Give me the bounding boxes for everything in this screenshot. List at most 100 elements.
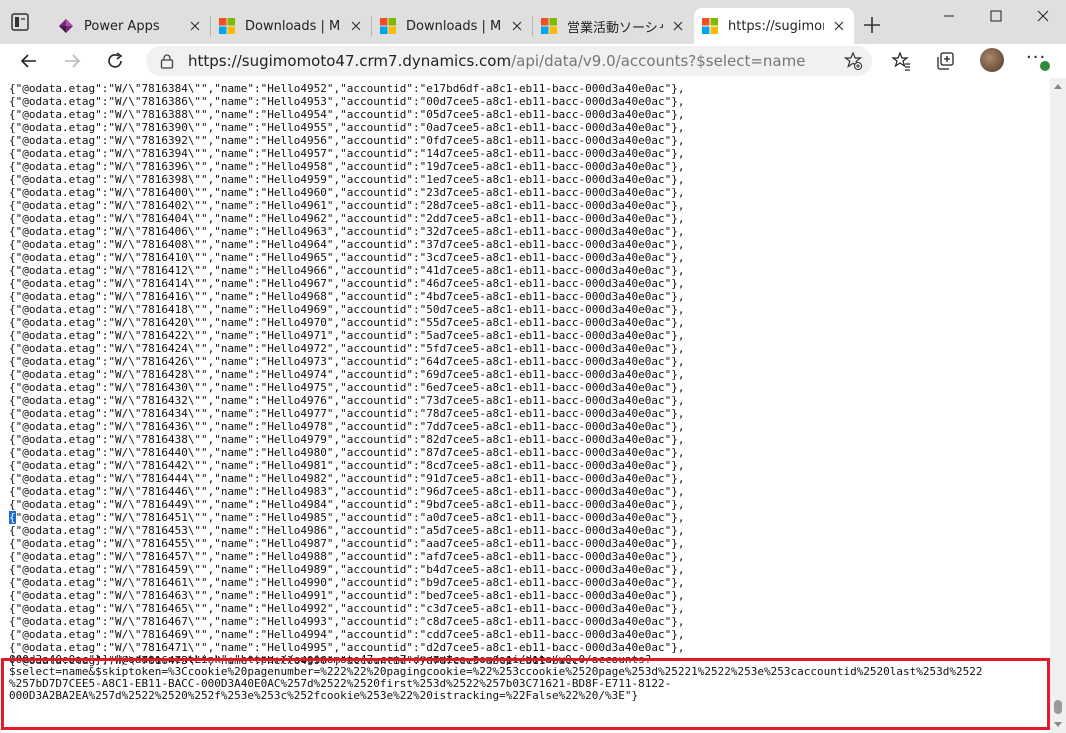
row-open-brace: {: [9, 381, 16, 394]
scroll-up-icon[interactable]: [1054, 84, 1062, 89]
close-icon[interactable]: [832, 19, 846, 33]
row-open-brace: {: [9, 355, 16, 368]
row-text: "@odata.etag":"W/\"7816446\"","name":"He…: [15, 485, 685, 498]
json-row: {"@odata.etag":"W/\"7816400\"","name":"H…: [9, 186, 685, 199]
json-row: {"@odata.etag":"W/\"7816396\"","name":"H…: [9, 160, 685, 173]
microsoft-logo-icon: [541, 18, 557, 34]
tab-downloads-2[interactable]: Downloads | Micro: [372, 8, 532, 44]
collections-icon[interactable]: [934, 50, 956, 72]
row-open-brace: {: [9, 82, 16, 95]
tab-sales-social[interactable]: 営業活動ソーシャル: [533, 8, 693, 44]
row-open-brace: {: [9, 264, 16, 277]
row-text: "@odata.etag":"W/\"7816418\"","name":"He…: [15, 303, 685, 316]
json-row: {"@odata.etag":"W/\"7816442\"","name":"H…: [9, 459, 685, 472]
row-open-brace: {: [9, 485, 16, 498]
json-row: {"@odata.etag":"W/\"7816426\"","name":"H…: [9, 355, 685, 368]
row-text: "@odata.etag":"W/\"7816386\"","name":"He…: [15, 95, 685, 108]
row-text: "@odata.etag":"W/\"7816449\"","name":"He…: [15, 498, 685, 511]
json-row: {"@odata.etag":"W/\"7816438\"","name":"H…: [9, 433, 685, 446]
window-close-icon[interactable]: [1020, 0, 1066, 32]
row-text: "@odata.etag":"W/\"7816453\"","name":"He…: [15, 524, 685, 537]
row-text: "@odata.etag":"W/\"7816396\"","name":"He…: [15, 160, 685, 173]
json-row: {"@odata.etag":"W/\"7816453\"","name":"H…: [9, 524, 685, 537]
row-text: "@odata.etag":"W/\"7816440\"","name":"He…: [15, 446, 685, 459]
lock-icon[interactable]: [160, 53, 174, 69]
json-row: {"@odata.etag":"W/\"7816412\"","name":"H…: [9, 264, 685, 277]
json-row: {"@odata.etag":"W/\"7816404\"","name":"H…: [9, 212, 685, 225]
power-apps-icon: [58, 18, 74, 34]
scroll-down-icon[interactable]: [1054, 722, 1062, 727]
row-text: "@odata.etag":"W/\"7816422\"","name":"He…: [15, 329, 685, 342]
row-open-brace: {: [9, 589, 16, 602]
row-text: "@odata.etag":"W/\"7816416\"","name":"He…: [15, 290, 685, 303]
row-text: "@odata.etag":"W/\"7816394\"","name":"He…: [15, 147, 685, 160]
json-row: {"@odata.etag":"W/\"7816461\"","name":"H…: [9, 576, 685, 589]
forward-arrow-icon[interactable]: [61, 50, 83, 72]
favorites-icon[interactable]: [890, 50, 912, 72]
close-icon[interactable]: [510, 19, 524, 33]
address-bar[interactable]: https://sugimomoto47.crm7.dynamics.com/a…: [146, 46, 872, 76]
row-text: "@odata.etag":"W/\"7816406\"","name":"He…: [15, 225, 685, 238]
row-open-brace: {: [9, 225, 16, 238]
row-open-brace: {: [9, 537, 16, 550]
close-icon[interactable]: [671, 19, 685, 33]
json-row: {"@odata.etag":"W/\"7816463\"","name":"H…: [9, 589, 685, 602]
row-open-brace: {: [9, 368, 16, 381]
row-text: "@odata.etag":"W/\"7816442\"","name":"He…: [15, 459, 685, 472]
profile-avatar[interactable]: [980, 48, 1004, 72]
row-open-brace: {: [9, 342, 16, 355]
url-text[interactable]: https://sugimomoto47.crm7.dynamics.com/a…: [188, 46, 805, 76]
json-row: {"@odata.etag":"W/\"7816408\"","name":"H…: [9, 238, 685, 251]
tab-downloads-1[interactable]: Downloads | Micro: [211, 8, 371, 44]
tab-power-apps[interactable]: Power Apps: [50, 8, 210, 44]
row-text: "@odata.etag":"W/\"7816438\"","name":"He…: [15, 433, 685, 446]
row-text: "@odata.etag":"W/\"7816414\"","name":"He…: [15, 277, 685, 290]
close-icon[interactable]: [188, 19, 202, 33]
json-row: {"@odata.etag":"W/\"7816434\"","name":"H…: [9, 407, 685, 420]
tab-title: 営業活動ソーシャル: [567, 20, 663, 36]
row-text: "@odata.etag":"W/\"7816384\"","name":"He…: [15, 82, 685, 95]
browser-toolbar: https://sugimomoto47.crm7.dynamics.com/a…: [0, 44, 1066, 78]
row-open-brace: {: [9, 316, 16, 329]
json-response-view: {"@odata.etag":"W/\"7816384\"","name":"H…: [0, 78, 1050, 733]
row-text: "@odata.etag":"W/\"7816388\"","name":"He…: [15, 108, 685, 121]
json-row: {"@odata.etag":"W/\"7816446\"","name":"H…: [9, 485, 685, 498]
json-row: {"@odata.etag":"W/\"7816457\"","name":"H…: [9, 550, 685, 563]
new-tab-icon[interactable]: [861, 14, 883, 36]
row-open-brace: {: [9, 160, 16, 173]
row-text: "@odata.etag":"W/\"7816402\"","name":"He…: [15, 199, 685, 212]
refresh-icon[interactable]: [104, 50, 126, 72]
back-arrow-icon[interactable]: [18, 50, 40, 72]
row-text: "@odata.etag":"W/\"7816412\"","name":"He…: [15, 264, 685, 277]
tab-title: Downloads | Micro: [245, 18, 341, 34]
minimize-icon[interactable]: [926, 0, 972, 32]
row-open-brace: {: [9, 602, 16, 615]
json-row: {"@odata.etag":"W/\"7816451\"","name":"H…: [9, 511, 685, 524]
row-open-brace: {: [9, 433, 16, 446]
scrollbar-thumb[interactable]: [1054, 700, 1062, 714]
row-open-brace: {: [9, 173, 16, 186]
add-favorite-icon[interactable]: [843, 51, 863, 71]
row-text: "@odata.etag":"W/\"7816436\"","name":"He…: [15, 420, 685, 433]
tab-accounts-api[interactable]: https://sugimomo: [694, 8, 854, 44]
row-open-brace: {: [9, 212, 16, 225]
json-row: {"@odata.etag":"W/\"7816386\"","name":"H…: [9, 95, 685, 108]
row-text: "@odata.etag":"W/\"7816398\"","name":"He…: [15, 173, 685, 186]
json-row: {"@odata.etag":"W/\"7816436\"","name":"H…: [9, 420, 685, 433]
json-row: {"@odata.etag":"W/\"7816430\"","name":"H…: [9, 381, 685, 394]
json-row: {"@odata.etag":"W/\"7816416\"","name":"H…: [9, 290, 685, 303]
maximize-icon[interactable]: [973, 0, 1019, 32]
json-row: {"@odata.etag":"W/\"7816406\"","name":"H…: [9, 225, 685, 238]
tab-actions-icon[interactable]: [10, 12, 30, 32]
vertical-scrollbar[interactable]: [1050, 78, 1066, 733]
json-row: {"@odata.etag":"W/\"7816455\"","name":"H…: [9, 537, 685, 550]
row-text: "@odata.etag":"W/\"7816457\"","name":"He…: [15, 550, 685, 563]
row-text: "@odata.etag":"W/\"7816424\"","name":"He…: [15, 342, 685, 355]
json-row: {"@odata.etag":"W/\"7816469\"","name":"H…: [9, 628, 685, 641]
row-open-brace: {: [9, 277, 16, 290]
update-badge-icon: [1039, 60, 1051, 72]
close-icon[interactable]: [349, 19, 363, 33]
row-open-brace: {: [9, 628, 16, 641]
row-open-brace: {: [9, 576, 16, 589]
json-row: {"@odata.etag":"W/\"7816384\"","name":"H…: [9, 82, 685, 95]
